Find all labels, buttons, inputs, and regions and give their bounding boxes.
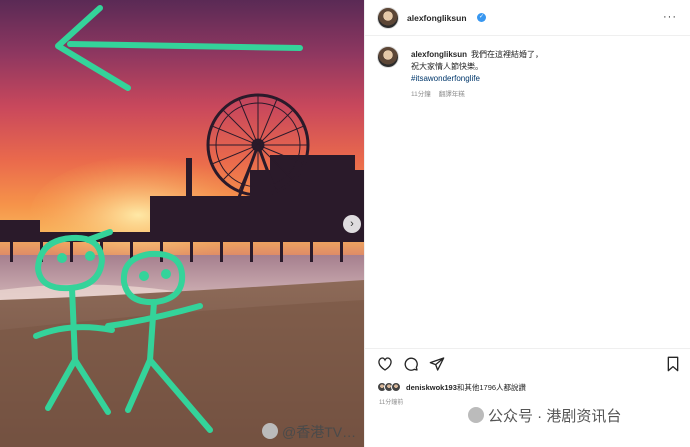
- heart-icon[interactable]: [377, 356, 393, 372]
- caption-username[interactable]: alexfongliksun: [411, 50, 467, 59]
- verified-badge-icon: ✓: [477, 13, 486, 22]
- post-header: alexfongliksun ✓ ···: [365, 0, 690, 36]
- chevron-right-icon[interactable]: ›: [343, 215, 361, 233]
- likes-count: 和其他1796人都說讚: [456, 382, 527, 392]
- translate-link[interactable]: 翻譯年糕: [439, 91, 465, 98]
- wechat-watermark: 公众号 · 港剧资讯台: [468, 405, 621, 426]
- liker-username[interactable]: deniskwok193: [406, 383, 457, 392]
- weibo-watermark: @香港TV…: [262, 422, 356, 442]
- likes-row[interactable]: deniskwok193和其他1796人都說讚: [377, 380, 526, 394]
- comment-icon[interactable]: [403, 356, 419, 372]
- more-horizontal-icon[interactable]: ···: [663, 11, 677, 23]
- username[interactable]: alexfongliksun: [407, 13, 467, 23]
- weibo-tail: …: [342, 424, 357, 440]
- send-icon[interactable]: [429, 356, 445, 372]
- post-time: 11分鐘: [411, 91, 431, 98]
- likes-text: deniskwok193和其他1796人都說讚: [406, 382, 526, 393]
- post-sidebar: alexfongliksun ✓ ··· alexfongliksun 我們在這裡…: [364, 0, 690, 447]
- caption-avatar[interactable]: [377, 46, 399, 68]
- caption-line2: 祝大家情人節快樂。: [411, 62, 483, 71]
- caption-meta: 11分鐘 翻譯年糕: [411, 88, 465, 98]
- avatar[interactable]: [377, 7, 399, 29]
- hashtag-link[interactable]: #itsawonderfonglife: [411, 74, 480, 83]
- post-photo[interactable]: ›: [0, 0, 364, 447]
- weibo-icon: [262, 423, 278, 439]
- wechat-icon: [468, 407, 484, 423]
- liker-avatar: [391, 382, 401, 392]
- santa-monica-pier-scene: [0, 5, 364, 447]
- caption: alexfongliksun 我們在這裡結婚了， 祝大家情人節快樂。 #itsaw…: [411, 49, 671, 85]
- weibo-text: @香港TV: [282, 424, 343, 440]
- wechat-text: 公众号 · 港剧资讯台: [488, 408, 622, 425]
- bookmark-icon[interactable]: [665, 356, 681, 372]
- caption-line1: 我們在這裡結婚了，: [471, 50, 544, 59]
- action-bar: [365, 348, 690, 378]
- post-timestamp: 11分鐘前: [379, 400, 404, 406]
